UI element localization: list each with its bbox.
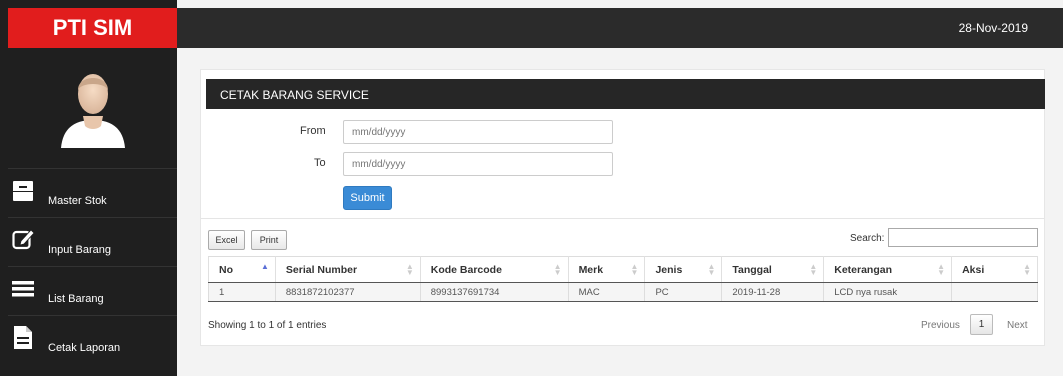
sort-icon: ▲ ▼: [630, 262, 639, 277]
column-header-merk[interactable]: Merk ▲ ▼: [567, 256, 646, 283]
top-bar: 28-Nov-2019: [177, 8, 1063, 48]
brand-logo[interactable]: PTI SIM: [8, 8, 177, 48]
cell-no: 1: [208, 282, 276, 302]
cell-jenis: PC: [644, 282, 723, 302]
panel-title: CETAK BARANG SERVICE: [206, 79, 1045, 109]
sort-icon: ▲ ▼: [937, 262, 946, 277]
content-card: [200, 69, 1045, 346]
to-label: To: [314, 157, 326, 169]
from-label: From: [300, 125, 326, 137]
sidebar-item-cetak-laporan[interactable]: Cetak Laporan: [8, 316, 177, 364]
current-date: 28-Nov-2019: [958, 21, 1028, 35]
cell-merk: MAC: [567, 282, 646, 302]
sidebar-item-label: Cetak Laporan: [48, 342, 121, 354]
column-header-serial-number[interactable]: Serial Number ▲ ▼: [274, 256, 421, 283]
search-input[interactable]: [888, 228, 1038, 247]
sort-icon: ▲ ▼: [1023, 262, 1031, 277]
sort-icon: ▲ ▼: [707, 262, 716, 277]
from-date-input[interactable]: [343, 120, 613, 144]
submit-button[interactable]: Submit: [343, 186, 392, 210]
sidebar-item-list-barang[interactable]: List Barang: [8, 267, 177, 315]
to-date-input[interactable]: [343, 152, 613, 176]
pagination-next[interactable]: Next: [1007, 320, 1028, 331]
sort-icon: ▲ ▼: [809, 262, 818, 277]
document-icon: [14, 326, 32, 349]
column-header-aksi[interactable]: Aksi ▲ ▼: [951, 256, 1038, 283]
cell-serial-number: 8831872102377: [274, 282, 421, 302]
table-info: Showing 1 to 1 of 1 entries: [208, 320, 327, 331]
data-table: No ▲ Serial Number ▲ ▼ Kode Barcode ▲ ▼ Merk ▲…: [208, 256, 1038, 302]
sort-icon: ▲ ▼: [405, 262, 414, 277]
sidebar-item-label: Master Stok: [48, 195, 107, 207]
sidebar-item-input-barang[interactable]: Input Barang: [8, 218, 177, 266]
column-header-tanggal[interactable]: Tanggal ▲ ▼: [721, 256, 825, 283]
column-header-jenis[interactable]: Jenis ▲ ▼: [644, 256, 723, 283]
sort-ascending-icon: ▲: [260, 262, 269, 271]
sidebar-item-master-stok[interactable]: Master Stok: [8, 169, 177, 217]
divider: [201, 218, 1044, 219]
cell-keterangan: LCD nya rusak: [823, 282, 953, 302]
sidebar: PTI SIM Master Stok Input Barang List Ba…: [0, 0, 177, 376]
edit-icon: [12, 229, 34, 250]
sidebar-item-label: List Barang: [48, 293, 104, 305]
pagination-page-1[interactable]: 1: [970, 314, 993, 335]
column-header-kode-barcode[interactable]: Kode Barcode ▲ ▼: [419, 256, 569, 283]
cell-tanggal: 2019-11-28: [721, 282, 825, 302]
print-button[interactable]: Print: [251, 230, 287, 250]
column-header-keterangan[interactable]: Keterangan ▲ ▼: [823, 256, 953, 283]
sidebar-item-label: Input Barang: [48, 244, 111, 256]
table-row: 1 8831872102377 8993137691734 MAC PC 201…: [208, 282, 1038, 302]
pagination-previous[interactable]: Previous: [921, 320, 960, 331]
table-header-row: No ▲ Serial Number ▲ ▼ Kode Barcode ▲ ▼ Merk ▲…: [208, 256, 1038, 283]
search-label: Search:: [850, 233, 885, 244]
archive-box-icon: [13, 181, 33, 201]
user-avatar-icon: [61, 74, 125, 148]
excel-button[interactable]: Excel: [208, 230, 245, 250]
list-icon: [12, 281, 34, 297]
column-header-no[interactable]: No ▲: [208, 256, 276, 283]
cell-kode-barcode: 8993137691734: [419, 282, 569, 302]
sort-icon: ▲ ▼: [553, 262, 562, 277]
cell-aksi: [951, 282, 1038, 302]
